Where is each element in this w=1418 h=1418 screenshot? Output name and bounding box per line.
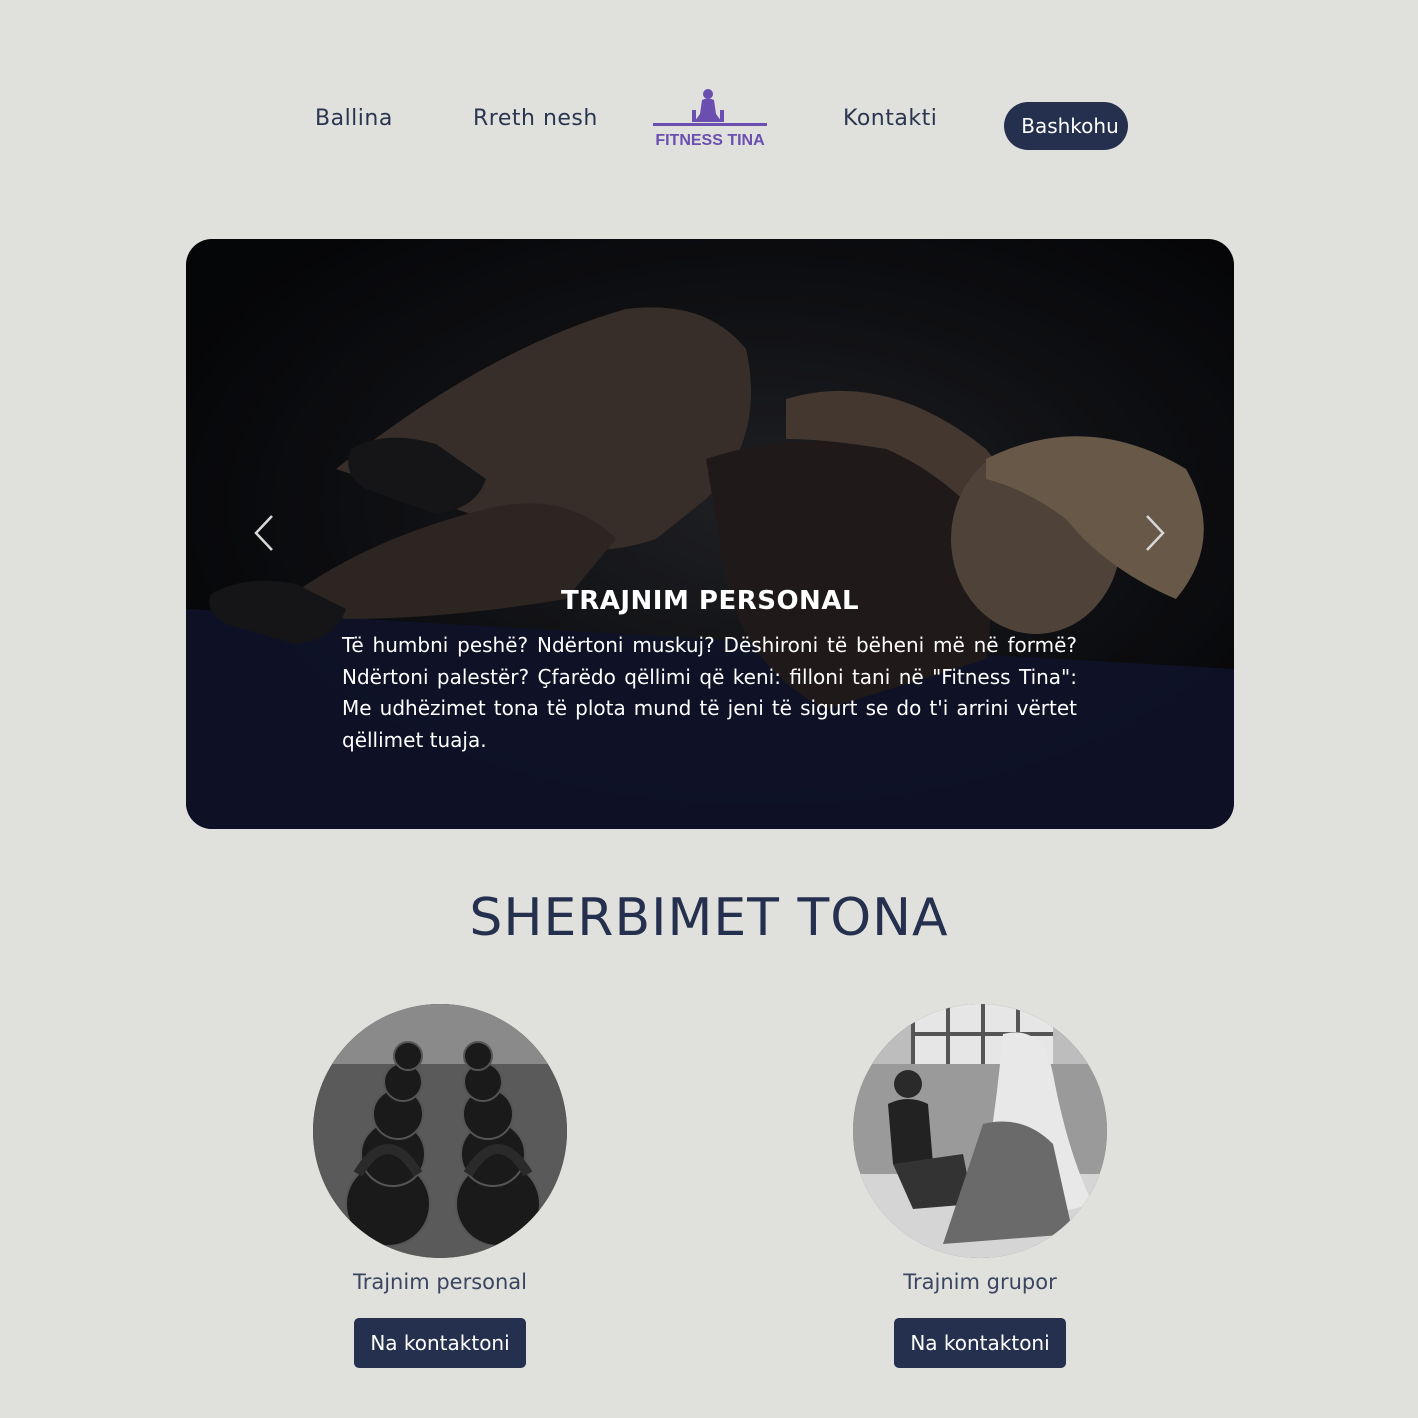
hero-caption-title: TRAJNIM PERSONAL: [560, 586, 860, 616]
carousel-next-button[interactable]: [1140, 509, 1170, 557]
service-card-group: Trajnim grupor Na kontaktoni: [852, 1004, 1108, 1368]
logo-graphic: FITNESS TINA: [653, 89, 767, 149]
nav-link-home[interactable]: Ballina: [315, 106, 393, 131]
contact-button[interactable]: Na kontaktoni: [894, 1318, 1066, 1368]
kettlebells-image: [313, 1004, 567, 1258]
join-button[interactable]: Bashkohu: [1004, 102, 1128, 150]
group-training-photo: [853, 1004, 1107, 1258]
fitness-tina-logo[interactable]: FITNESS TINA: [650, 86, 770, 152]
nav-link-about[interactable]: Rreth nesh: [473, 106, 598, 131]
group-training-image: [853, 1004, 1107, 1258]
service-label: Trajnim grupor: [903, 1270, 1057, 1294]
contact-button[interactable]: Na kontaktoni: [354, 1318, 526, 1368]
service-label: Trajnim personal: [352, 1270, 528, 1294]
chevron-left-icon: [254, 515, 273, 551]
top-navigation: Ballina Rreth nesh FITNESS TINA Kontakti…: [0, 0, 1418, 200]
hero-caption-text: Të humbni peshë? Ndërtoni muskuj? Dëshir…: [342, 633, 1077, 752]
services-title: SHERBIMET TONA: [469, 888, 949, 948]
chevron-right-icon: [1146, 515, 1165, 551]
logo-text: FITNESS TINA: [655, 132, 765, 149]
nav-link-contact[interactable]: Kontakti: [843, 106, 937, 131]
service-card-personal: Trajnim personal Na kontaktoni: [312, 1004, 568, 1368]
kettlebells-photo: [313, 1004, 567, 1258]
carousel-prev-button[interactable]: [249, 509, 279, 557]
